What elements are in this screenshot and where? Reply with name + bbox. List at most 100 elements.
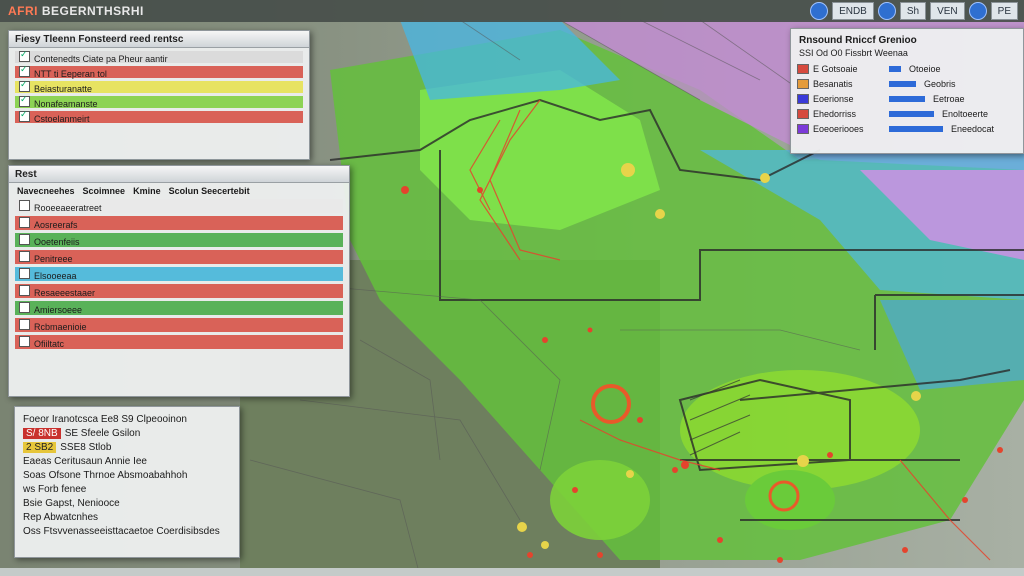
legend-level-bar [889,110,934,117]
legend-value: Eneedocat [951,123,995,134]
legend-swatch [797,63,809,74]
layers-panel-header: Fiesy Tleenn Fonsteerd reed rentsc [9,31,309,48]
event-checkbox[interactable] [19,284,30,296]
status-text: ws Forb fenee [23,484,87,495]
legend-level-bar [889,80,916,87]
layer-row[interactable]: Beiasturanatte [15,79,303,94]
toolbar-button-2[interactable]: Sh [899,2,927,20]
status-text: Rep Abwatcnhes [23,512,99,523]
legend-row[interactable]: Ehedorriss Enoltoeerte [797,107,1017,120]
legend-label: Eoeoeriooes [813,123,864,134]
event-label: Ooetenfeiis [15,233,80,247]
layer-row[interactable]: Nonafeamanste [15,94,303,109]
event-checkbox[interactable] [19,318,30,330]
status-text: Eaeas Ceritusaun Annie Iee [23,456,147,467]
layer-label: Nonafeamanste [15,94,98,109]
top-toolbar: ENDB Sh VEN PE [810,2,1018,20]
status-footer [0,568,1024,576]
layer-checkbox[interactable] [19,79,30,92]
status-line: Soas Ofsone Thrnoe Absmoabahhoh [23,470,231,481]
legend-subtitle: SSI Od O0 Fissbrt Weenaa [799,48,908,58]
legend-level-bar [889,95,925,102]
settings-icon[interactable] [968,2,987,20]
status-panel: Foeor Iranotcsca Ee8 S9 Clpeooinon S/ 8NB… [14,406,240,558]
event-label: Resaeeestaaer [15,284,95,298]
legend-swatch [797,123,809,134]
legend-value: Enoltoeerte [942,108,989,119]
event-row[interactable]: Resaeeestaaer [15,284,343,298]
legend-title: Rnsound Rniccf Grenioo [799,35,917,46]
event-row[interactable]: Amiersoeee [15,301,343,315]
layer-label: NTT ti Eeperan tol [15,64,107,79]
event-row[interactable]: Ofiiltatc [15,335,343,349]
status-line: ws Forb fenee [23,484,231,495]
layer-checkbox[interactable] [19,64,30,77]
toolbar-button-1[interactable]: ENDB [832,2,874,20]
event-label: Aosreerafs [15,216,78,230]
legend-row[interactable]: Eoeoeriooes Eneedocat [797,122,1017,135]
event-checkbox[interactable] [19,233,30,245]
column-header[interactable]: Kmine [133,186,161,196]
column-header[interactable]: Scoimnee [83,186,126,196]
app-title: AFRI BEGERNTHSRHI [8,4,144,18]
event-label: Ofiiltatc [15,335,64,349]
layer-label: Beiasturanatte [15,79,92,94]
legend-level-bar [889,65,901,72]
event-label: Rooeeaeeratreet [15,199,102,213]
event-checkbox[interactable] [19,216,30,228]
event-checkbox[interactable] [19,250,30,262]
status-text: SE Sfeele Gsilon [64,428,141,439]
legend-swatch [797,108,809,119]
event-row[interactable]: Aosreerafs [15,216,343,230]
events-panel-header: Rest [9,166,349,183]
event-color-bar [15,335,343,349]
status-tag: 2 SB2 [23,442,57,453]
status-text: Soas Ofsone Thrnoe Absmoabahhoh [23,470,188,481]
layers-icon[interactable] [877,2,896,20]
layer-label: Cstoelanmeirt [15,109,90,124]
event-checkbox[interactable] [19,199,30,211]
events-column-headers: Navecneehes Scoimnee Kmine Scolun Seecer… [17,186,341,196]
legend-label: Besanatis [813,78,853,89]
column-header[interactable]: Navecneehes [17,186,75,196]
event-row[interactable]: Ooetenfeiis [15,233,343,247]
status-line: Eaeas Ceritusaun Annie Iee [23,456,231,467]
toolbar-button-4[interactable]: PE [990,2,1018,20]
legend-row[interactable]: Eoerionse Eetroae [797,92,1017,105]
event-row[interactable]: Penitreee [15,250,343,264]
app-title-prefix: AFRI [8,4,38,18]
status-line: S/ 8NB SE Sfeele Gsilon [23,428,231,439]
event-label: Rcbmaenioie [15,318,87,332]
status-text: Bsie Gapst, Neniooce [23,498,120,509]
layer-checkbox[interactable] [19,94,30,107]
layer-checkbox[interactable] [19,109,30,122]
event-row[interactable]: Rooeeaeeratreet [15,199,343,213]
legend-value: Eetroae [933,93,965,104]
toolbar-button-3[interactable]: VEN [930,2,965,20]
legend-swatch [797,78,809,89]
event-row[interactable]: Elsooeeaa [15,267,343,281]
event-checkbox[interactable] [19,335,30,347]
legend-level-bar [889,125,943,132]
layer-row[interactable]: Cstoelanmeirt [15,109,303,124]
event-row[interactable]: Rcbmaenioie [15,318,343,332]
status-tag: S/ 8NB [23,428,61,439]
layer-row[interactable]: Contenedts Ciate pa Pheur aantir [15,49,303,64]
status-line: Bsie Gapst, Neniooce [23,498,231,509]
legend-value: Otoeioe [909,63,941,74]
event-label: Elsooeeaa [15,267,77,281]
layer-checkbox[interactable] [19,49,30,62]
column-header[interactable]: Scolun Seecertebit [169,186,250,196]
event-label: Amiersoeee [15,301,82,315]
status-line: Rep Abwatcnhes [23,512,231,523]
events-panel: Rest Navecneehes Scoimnee Kmine Scolun S… [8,165,350,397]
event-checkbox[interactable] [19,267,30,279]
status-text: SSE8 Stlob [60,442,112,453]
event-checkbox[interactable] [19,301,30,313]
legend-value: Geobris [924,78,956,89]
app-title-rest: BEGERNTHSRHI [41,4,144,18]
legend-row[interactable]: Besanatis Geobris [797,77,1017,90]
legend-row[interactable]: E Gotsoaie Otoeioe [797,62,1017,75]
layer-row[interactable]: NTT ti Eeperan tol [15,64,303,79]
globe-icon[interactable] [810,2,829,20]
